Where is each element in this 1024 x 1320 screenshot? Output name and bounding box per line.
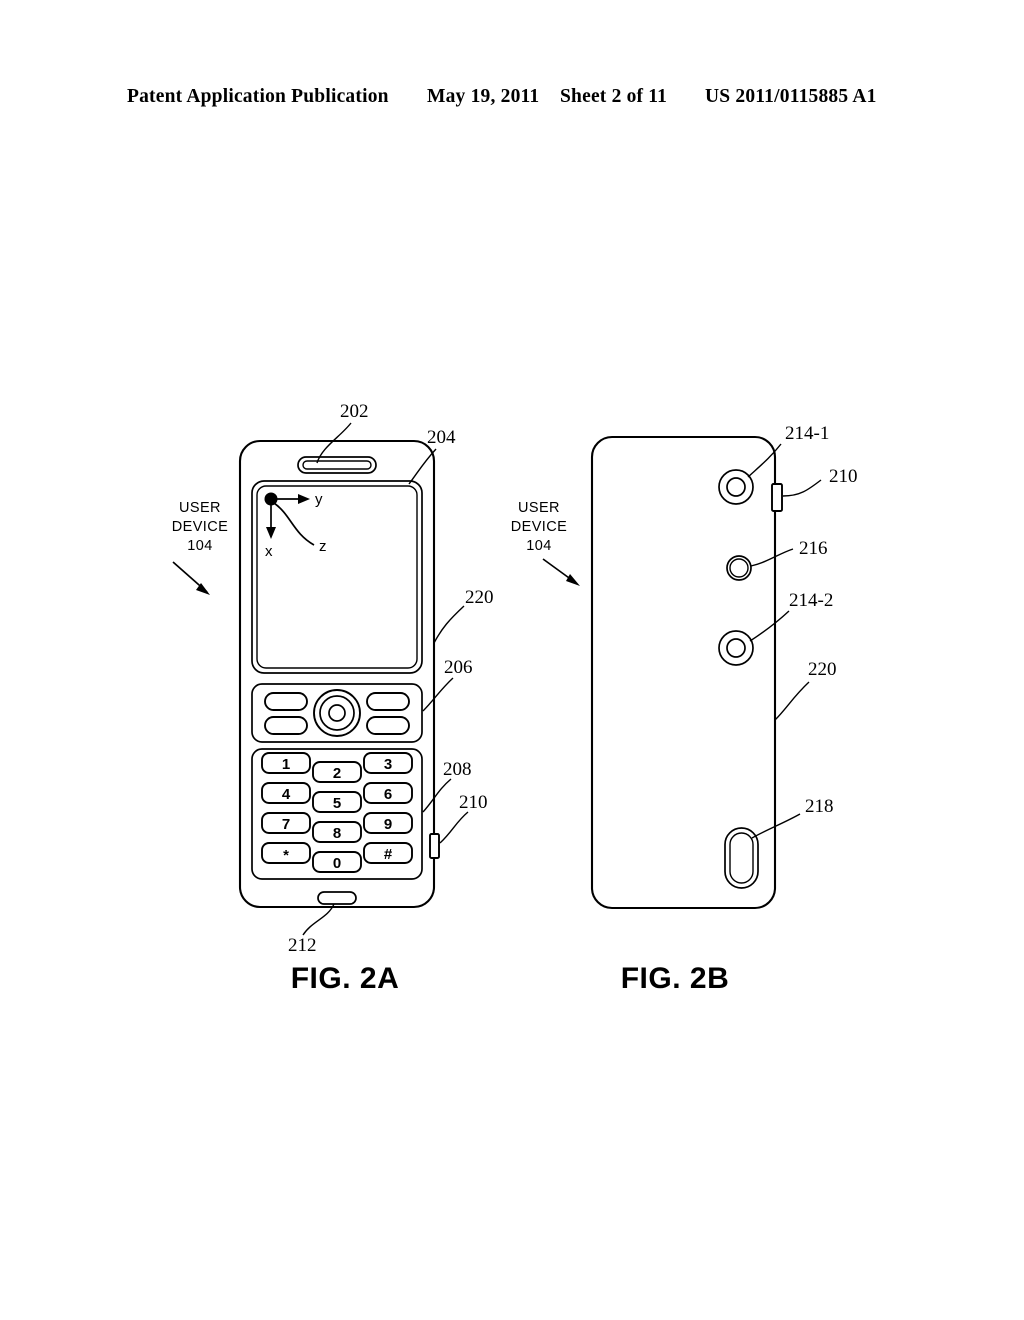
key-star[interactable]: *	[261, 842, 311, 864]
ref-number: 208	[443, 759, 472, 780]
speaker-202	[297, 456, 377, 474]
ref-number: 204	[427, 427, 456, 448]
callout-210-2a: 210	[439, 792, 488, 844]
ref-number: 212	[288, 935, 317, 956]
dpad-navigation-button[interactable]	[313, 689, 361, 737]
softkey-top-right[interactable]	[366, 692, 410, 711]
ref-number: 210	[829, 466, 858, 487]
device-label-line3: 104	[526, 538, 551, 554]
softkey-bottom-left[interactable]	[264, 716, 308, 735]
ref-number: 202	[340, 401, 369, 422]
axis-label-y: y	[315, 491, 323, 508]
callout-220-2b: 220	[774, 659, 837, 721]
ref-number: 214-2	[789, 590, 833, 611]
figure-caption-2b: FIG. 2B	[621, 962, 730, 995]
callout-220-2a: 220	[433, 587, 494, 644]
key-0[interactable]: 0	[312, 851, 362, 873]
key-label: 5	[333, 795, 341, 812]
key-1[interactable]: 1	[261, 752, 311, 774]
side-button-210-front[interactable]	[429, 833, 440, 859]
device-label-line2: DEVICE	[511, 519, 567, 535]
device-label-line2: DEVICE	[172, 519, 228, 535]
sensor-214-2	[718, 630, 754, 666]
key-label: 9	[384, 816, 392, 833]
key-pound[interactable]: #	[363, 842, 413, 864]
key-9[interactable]: 9	[363, 812, 413, 834]
key-label: 0	[333, 855, 341, 872]
device-label-arrow-2a	[172, 561, 210, 595]
device-label-2b: USER DEVICE 104	[511, 500, 580, 586]
callout-212: 212	[288, 903, 335, 956]
ref-number: 220	[465, 587, 494, 608]
figure-caption-2a: FIG. 2A	[291, 962, 400, 995]
side-button-210-back[interactable]	[771, 483, 783, 512]
key-6[interactable]: 6	[363, 782, 413, 804]
key-4[interactable]: 4	[261, 782, 311, 804]
key-label: 6	[384, 786, 392, 803]
key-label: 3	[384, 756, 392, 773]
keypad-208: 1 4 7 * 2 5 8 0 3 6 9 #	[251, 748, 423, 880]
axis-label-z: z	[319, 538, 327, 555]
key-label: 7	[282, 816, 290, 833]
softkey-bottom-right[interactable]	[366, 716, 410, 735]
figures-svg: USER DEVICE 104 y x z 1 4 7 * 2 5 8 0 3 …	[172, 401, 858, 995]
key-label: 4	[282, 786, 291, 803]
display-204	[251, 480, 423, 674]
device-label-line3: 104	[187, 538, 212, 554]
key-2[interactable]: 2	[312, 761, 362, 783]
figure-2a: USER DEVICE 104 y x z 1 4 7 * 2 5 8 0 3 …	[172, 401, 494, 995]
softkey-top-left[interactable]	[264, 692, 308, 711]
key-8[interactable]: 8	[312, 821, 362, 843]
device-label-arrow-2b	[542, 558, 580, 586]
device-label-line1: USER	[179, 500, 221, 516]
device-label-2a: USER DEVICE 104	[172, 500, 228, 595]
key-5[interactable]: 5	[312, 791, 362, 813]
microphone-212	[317, 891, 357, 905]
ref-number: 214-1	[785, 423, 829, 444]
key-7[interactable]: 7	[261, 812, 311, 834]
ref-number: 216	[799, 538, 828, 559]
key-3[interactable]: 3	[363, 752, 413, 774]
ref-number: 220	[808, 659, 837, 680]
key-label: 8	[333, 825, 341, 842]
figure-2b: USER DEVICE 104 214-1 210 216 214-2 220 …	[511, 423, 858, 995]
ref-number: 206	[444, 657, 473, 678]
key-label: *	[283, 847, 289, 864]
key-label: #	[384, 846, 393, 863]
ref-number: 210	[459, 792, 488, 813]
device-label-line1: USER	[518, 500, 560, 516]
camera-216	[726, 555, 752, 581]
key-label: 1	[282, 756, 290, 773]
sensor-214-1	[718, 469, 754, 505]
key-label: 2	[333, 765, 341, 782]
callout-210-2b: 210	[782, 466, 858, 497]
ref-number: 218	[805, 796, 834, 817]
axis-label-x: x	[265, 543, 273, 560]
control-keys-206	[251, 683, 423, 743]
patent-drawing-page: Patent Application Publication May 19, 2…	[0, 0, 1024, 1320]
